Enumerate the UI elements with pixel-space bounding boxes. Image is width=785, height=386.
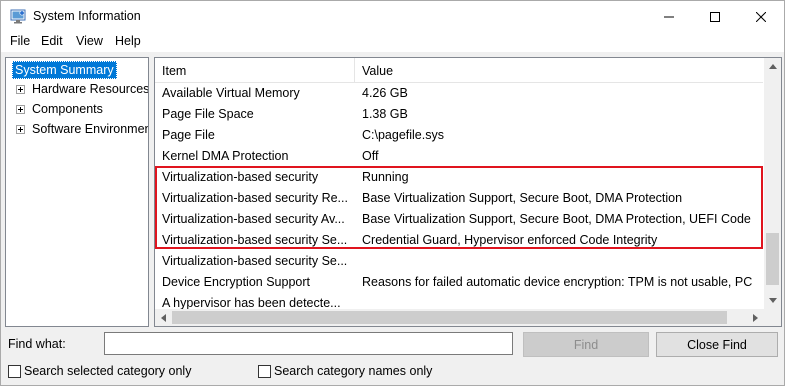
row-value: 1.38 GB — [362, 107, 408, 121]
search-selected-category-checkbox[interactable]: Search selected category only — [8, 364, 248, 380]
checkbox-icon[interactable] — [258, 365, 271, 378]
menu-file[interactable]: File — [10, 34, 30, 48]
scrollbar-corner — [764, 309, 781, 326]
menu-edit[interactable]: Edit — [41, 34, 63, 48]
tree-item-software-environment[interactable]: Software Environment — [6, 121, 149, 140]
tree-item-hardware-resources[interactable]: Hardware Resources — [6, 81, 149, 100]
row-item: Page File — [162, 128, 215, 142]
tree-item-label: Hardware Resources — [32, 82, 149, 96]
list-header: Item Value — [155, 58, 763, 83]
column-header-item[interactable]: Item — [162, 64, 186, 78]
checkbox-label: Search category names only — [274, 364, 433, 378]
row-item: Device Encryption Support — [162, 275, 310, 289]
horizontal-scrollbar[interactable] — [155, 309, 764, 326]
menu-help[interactable]: Help — [115, 34, 141, 48]
title-bar: System Information — [1, 1, 784, 32]
row-item: Virtualization-based security Se... — [162, 254, 348, 268]
column-header-value[interactable]: Value — [362, 64, 393, 78]
horizontal-scroll-thumb[interactable] — [172, 311, 727, 324]
vertical-scrollbar[interactable] — [764, 58, 781, 309]
menu-view[interactable]: View — [76, 34, 103, 48]
row-value: Reasons for failed automatic device encr… — [362, 275, 753, 289]
tree-item-components[interactable]: Components — [6, 101, 148, 120]
maximize-button[interactable] — [692, 1, 738, 32]
window-title: System Information — [33, 9, 141, 23]
column-divider[interactable] — [354, 58, 355, 83]
row-value: Off — [362, 149, 379, 163]
expand-plus-icon[interactable] — [16, 85, 25, 94]
table-row[interactable]: Page File C:\pagefile.sys — [155, 125, 763, 146]
highlight-annotation-box — [155, 166, 763, 249]
find-what-input[interactable] — [104, 332, 513, 355]
row-item: Kernel DMA Protection — [162, 149, 289, 163]
category-tree[interactable]: System Summary Hardware Resources Compon… — [5, 57, 149, 327]
vertical-scroll-thumb[interactable] — [766, 233, 779, 285]
expand-plus-icon[interactable] — [16, 105, 25, 114]
table-row[interactable]: Kernel DMA Protection Off — [155, 146, 763, 167]
search-category-names-checkbox[interactable]: Search category names only — [258, 364, 498, 380]
row-item: Page File Space — [162, 107, 254, 121]
scroll-down-icon[interactable] — [764, 292, 781, 309]
checkbox-label: Search selected category only — [24, 364, 192, 378]
scroll-right-icon[interactable] — [747, 309, 764, 326]
close-icon — [756, 11, 766, 22]
tree-item-label: Software Environment — [32, 122, 149, 136]
table-row[interactable]: Available Virtual Memory 4.26 GB — [155, 83, 763, 104]
menu-bar: File Edit View Help — [1, 32, 784, 52]
close-button[interactable] — [738, 1, 784, 32]
row-item: Available Virtual Memory — [162, 86, 300, 100]
tree-item-system-summary[interactable]: System Summary — [12, 61, 117, 79]
minimize-icon — [664, 16, 674, 17]
table-row[interactable]: Device Encryption Support Reasons for fa… — [155, 272, 763, 293]
find-what-label: Find what: — [8, 337, 66, 351]
row-value: 4.26 GB — [362, 86, 408, 100]
tree-item-label: Components — [32, 102, 103, 116]
table-row[interactable]: Virtualization-based security Se... — [155, 251, 763, 272]
maximize-icon — [710, 11, 720, 22]
row-item: A hypervisor has been detecte... — [162, 296, 341, 310]
checkbox-icon[interactable] — [8, 365, 21, 378]
minimize-button[interactable] — [646, 1, 692, 32]
system-information-app-icon — [10, 9, 26, 24]
expand-plus-icon[interactable] — [16, 125, 25, 134]
close-find-button[interactable]: Close Find — [656, 332, 778, 357]
scroll-up-icon[interactable] — [764, 58, 781, 75]
find-button[interactable]: Find — [523, 332, 649, 357]
system-information-window: System Information File Edit View Help S… — [0, 0, 785, 386]
scroll-left-icon[interactable] — [155, 309, 172, 326]
row-value: C:\pagefile.sys — [362, 128, 444, 142]
table-row[interactable]: Page File Space 1.38 GB — [155, 104, 763, 125]
